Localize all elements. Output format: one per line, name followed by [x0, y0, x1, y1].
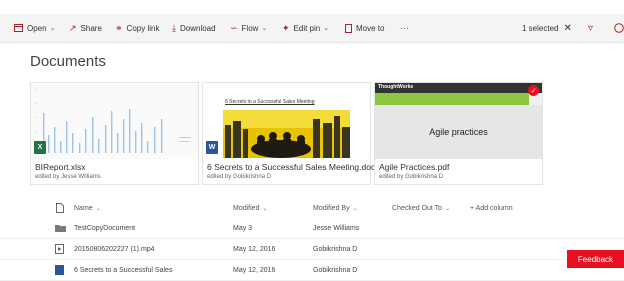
- checked-out-to-column-header[interactable]: Checked Out To ⌄: [392, 201, 450, 215]
- filter-icon[interactable]: ▿: [588, 14, 593, 42]
- table-row[interactable]: 6 Secrets to a Successful Sales May 12, …: [0, 260, 624, 281]
- file-card-agile-practices[interactable]: ThoughtWorks Agile practices ✓ Agile Pra…: [374, 82, 543, 185]
- name-header-label: Name: [74, 204, 93, 212]
- chevron-down-icon: ⌄: [323, 25, 330, 32]
- card-file-name: Agile Practices.pdf: [379, 162, 450, 172]
- file-card-sales-meeting[interactable]: 6 Secrets to a Successful Sales Meeting …: [202, 82, 379, 185]
- move-to-icon: [345, 23, 352, 33]
- selection-status: 1 selected ✕: [522, 14, 572, 42]
- download-icon: ⤓: [172, 22, 176, 33]
- flow-label: Flow: [241, 23, 259, 33]
- row-modified: May 12, 2016: [233, 266, 276, 274]
- flow-icon: ∽: [230, 22, 238, 33]
- table-row[interactable]: TestCopyDocument May 3 Jesse Williams: [0, 218, 624, 239]
- download-button[interactable]: ⤓ Download: [172, 14, 216, 42]
- word-icon: W: [206, 141, 218, 154]
- name-column-header[interactable]: Name ⌄: [74, 201, 101, 215]
- chevron-down-icon: ⌄: [445, 205, 451, 212]
- modified-by-header-label: Modified By: [313, 204, 350, 212]
- modified-by-column-header[interactable]: Modified By ⌄: [313, 201, 358, 215]
- add-column-button[interactable]: + Add column: [470, 201, 513, 215]
- add-column-label: + Add column: [470, 204, 513, 212]
- folder-icon: [55, 218, 66, 238]
- word-file-icon: [55, 260, 64, 280]
- share-button[interactable]: ↗ Share: [69, 14, 102, 42]
- row-modified-by: Jesse Williams: [313, 224, 360, 232]
- chevron-down-icon: ⌄: [352, 205, 358, 212]
- selected-check-icon[interactable]: ✓: [528, 85, 539, 96]
- chevron-down-icon: ⌄: [262, 205, 268, 212]
- row-modified: May 3: [233, 224, 253, 232]
- card-file-name: 6 Secrets to a Successful Sales Meeting.…: [207, 162, 380, 172]
- row-modified-by: Gobikrishna D: [313, 266, 358, 274]
- open-icon: [14, 24, 23, 32]
- excel-icon: X: [34, 141, 46, 154]
- command-bar: Open ⌄ ↗ Share ⚭ Copy link ⤓ Download ∽ …: [0, 14, 624, 43]
- modified-header-label: Modified: [233, 204, 260, 212]
- link-icon: ⚭: [115, 22, 123, 33]
- download-label: Download: [179, 23, 216, 33]
- modified-column-header[interactable]: Modified ⌄: [233, 201, 268, 215]
- card-edited-by: edited by Gobikrishna D: [207, 174, 272, 180]
- thumbnail-green-band: [375, 93, 529, 105]
- top-strip: [0, 0, 624, 14]
- more-actions-button[interactable]: ···: [400, 14, 409, 42]
- thumbnail-slide-title: Agile practices: [429, 127, 488, 137]
- row-name[interactable]: TestCopyDocument: [74, 218, 135, 238]
- file-type-column-header[interactable]: [56, 201, 64, 215]
- file-thumbnail: 6 Secrets to a Successful Sales Meeting: [203, 83, 370, 159]
- open-button[interactable]: Open ⌄: [14, 14, 55, 42]
- info-icon[interactable]: [614, 14, 624, 42]
- clear-selection-icon[interactable]: ✕: [563, 23, 571, 34]
- page-title: Documents: [30, 53, 106, 70]
- video-file-icon: [55, 239, 64, 259]
- chevron-down-icon: ⌄: [95, 205, 101, 212]
- edit-pin-label: Edit pin: [293, 23, 321, 33]
- file-thumbnail: [31, 83, 198, 159]
- file-card-bireport[interactable]: X BIReport.xlsx edited by Jesse Williams: [30, 82, 199, 185]
- file-type-icon: [56, 203, 64, 213]
- table-row[interactable]: 20150806202227 (1).mp4 May 12, 2016 Gobi…: [0, 239, 624, 260]
- copy-link-button[interactable]: ⚭ Copy link: [115, 14, 159, 42]
- move-to-button[interactable]: Move to: [345, 14, 384, 42]
- share-label: Share: [80, 23, 102, 33]
- more-label: ···: [400, 23, 409, 33]
- row-modified-by: Gobikrishna D: [313, 245, 358, 253]
- row-name[interactable]: 20150806202227 (1).mp4: [74, 239, 155, 259]
- selected-count: 1 selected: [522, 23, 559, 33]
- pin-icon: ✦: [282, 22, 290, 33]
- row-modified: May 12, 2016: [233, 245, 276, 253]
- open-label: Open: [27, 23, 47, 33]
- checked-out-to-header-label: Checked Out To: [392, 204, 443, 212]
- flow-button[interactable]: ∽ Flow ⌄: [230, 14, 267, 42]
- copy-link-label: Copy link: [126, 23, 160, 33]
- share-icon: ↗: [69, 22, 77, 33]
- edit-pin-button[interactable]: ✦ Edit pin ⌄: [282, 14, 329, 42]
- chevron-down-icon: ⌄: [261, 25, 268, 32]
- thumbnail-logo: ThoughtWorks: [378, 84, 414, 90]
- card-edited-by: edited by Jesse Williams: [35, 174, 101, 180]
- card-file-name: BIReport.xlsx: [35, 162, 86, 172]
- card-edited-by: edited by Gobikrishna D: [379, 174, 444, 180]
- row-name[interactable]: 6 Secrets to a Successful Sales: [74, 260, 172, 280]
- chevron-down-icon: ⌄: [49, 25, 56, 32]
- file-thumbnail: ThoughtWorks Agile practices ✓: [375, 83, 542, 159]
- feedback-button[interactable]: Feedback: [567, 250, 624, 268]
- move-to-label: Move to: [356, 23, 385, 33]
